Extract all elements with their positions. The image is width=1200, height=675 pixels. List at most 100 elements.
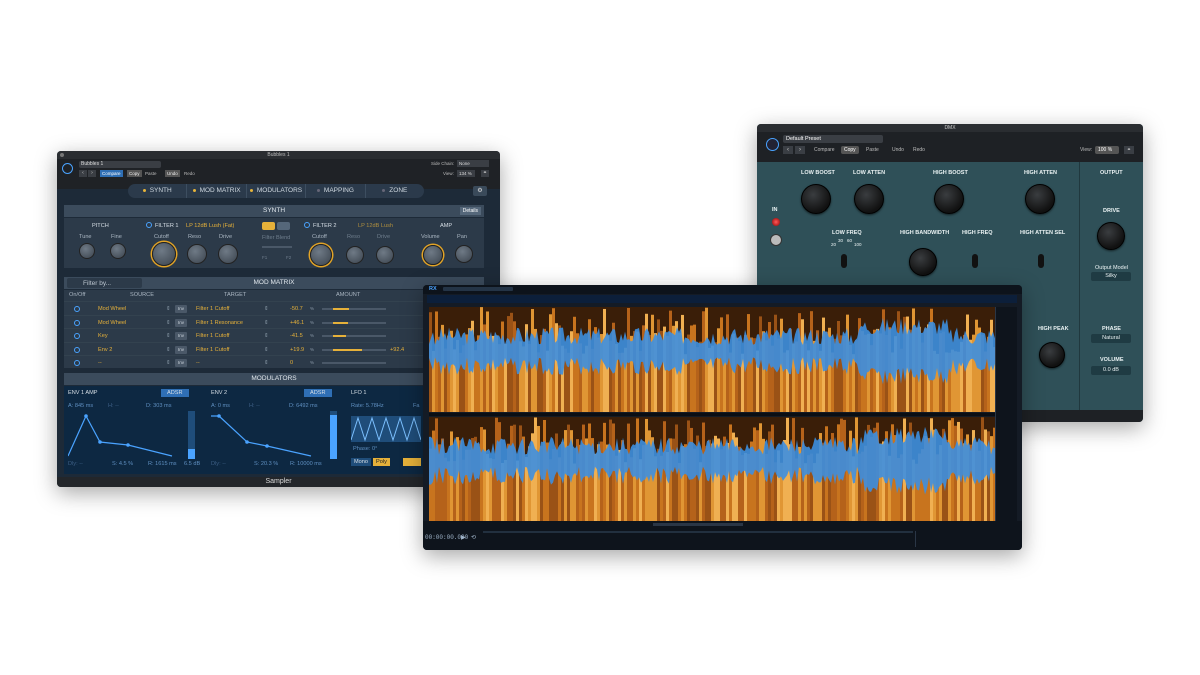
undo-button[interactable]: Undo — [889, 146, 907, 154]
row-power-icon[interactable] — [74, 319, 80, 326]
prev-arrow-icon[interactable]: ‹ — [79, 170, 87, 177]
view-zoom-select[interactable]: 134 % — [457, 170, 475, 177]
mod-matrix-row[interactable]: Mod Wheel ⇕ Inv Filter 1 Cutoff ⇕ -50.7% — [64, 301, 484, 315]
mod-matrix-row[interactable]: -- ⇕ Inv -- ⇕ 0% — [64, 355, 484, 369]
link-icon[interactable]: ⚭ — [481, 170, 489, 177]
invert-button[interactable]: Inv — [175, 359, 187, 367]
left-channel-spectrogram[interactable] — [429, 307, 995, 412]
copy-button[interactable]: Copy — [127, 170, 142, 177]
undo-button[interactable]: Undo — [165, 170, 180, 177]
paste-button[interactable]: Paste — [863, 146, 882, 154]
filter-serial-button[interactable] — [262, 222, 275, 230]
env1-level-meter[interactable] — [188, 411, 195, 459]
source-select[interactable]: Key — [98, 333, 108, 339]
filter-parallel-button[interactable] — [277, 222, 290, 230]
tab-mapping[interactable]: MAPPING — [306, 184, 366, 198]
env2-mode-select[interactable]: ADSR — [304, 389, 332, 397]
high-atten-knob[interactable] — [1025, 184, 1055, 214]
filter2-power-icon[interactable] — [304, 222, 310, 228]
row-power-icon[interactable] — [74, 333, 80, 339]
power-icon[interactable] — [766, 138, 779, 151]
lfo1-waveform[interactable] — [351, 416, 421, 442]
side-chain-select[interactable]: None — [457, 160, 489, 167]
zoom-slider[interactable] — [653, 523, 743, 526]
paste-button[interactable]: Paste — [145, 170, 157, 177]
preset-selector[interactable]: Default Preset — [783, 135, 883, 143]
amount-slider[interactable] — [322, 335, 386, 337]
source-select[interactable]: Env 2 — [98, 347, 112, 353]
redo-button[interactable]: Redo — [184, 170, 195, 177]
low-boost-knob[interactable] — [801, 184, 831, 214]
details-button[interactable]: Details — [459, 207, 481, 215]
target-select[interactable]: Filter 1 Cutoff — [196, 333, 229, 339]
loop-icon[interactable]: ⟲ — [471, 534, 476, 541]
row-power-icon[interactable] — [74, 306, 80, 312]
lfo1-rate[interactable]: Rate: 5.78Hz — [351, 403, 384, 409]
close-icon[interactable] — [60, 153, 64, 157]
play-icon[interactable]: ▶ — [461, 534, 466, 541]
amount-slider[interactable] — [322, 308, 386, 310]
tab-mod-matrix[interactable]: MOD MATRIX — [187, 184, 247, 198]
tab-synth[interactable]: SYNTH — [128, 184, 188, 198]
high-freq-selector[interactable] — [972, 254, 978, 268]
env2-decay[interactable]: D: 6492 ms — [289, 403, 318, 409]
file-tab[interactable] — [443, 287, 513, 291]
mod-matrix-row[interactable]: Mod Wheel ⇕ Inv Filter 1 Resonance ⇕ +46.1% — [64, 314, 484, 329]
next-arrow-icon[interactable]: › — [88, 170, 96, 177]
filter1-type-select[interactable]: LP 12dB Lush (Fat) — [186, 223, 234, 229]
in-toggle-switch[interactable] — [770, 234, 782, 246]
lfo1-poly-button[interactable]: Poly — [373, 458, 390, 466]
filter1-cutoff-knob[interactable] — [152, 242, 176, 266]
invert-button[interactable]: Inv — [175, 332, 187, 340]
lfo1-fade[interactable]: Fa — [413, 403, 420, 409]
view-zoom-select[interactable]: 100 % — [1095, 146, 1119, 154]
amount-value[interactable]: +19.9 — [290, 347, 304, 353]
volume-field[interactable]: 0.0 dB — [1091, 366, 1131, 375]
env2-hold[interactable]: H: -- — [249, 403, 260, 409]
high-peak-knob[interactable] — [1039, 342, 1065, 368]
amount-max-value[interactable]: +92.4 — [390, 347, 404, 353]
filter2-drive-knob[interactable] — [376, 246, 394, 264]
filter2-reso-knob[interactable] — [346, 246, 364, 264]
env2-delay[interactable]: Dly: -- — [211, 461, 226, 467]
redo-button[interactable]: Redo — [910, 146, 928, 154]
drive-knob[interactable] — [1097, 222, 1125, 250]
gear-icon[interactable]: ⚙ — [473, 186, 487, 196]
power-icon[interactable] — [62, 163, 73, 174]
compare-button[interactable]: Compare — [100, 170, 123, 177]
target-select[interactable]: Filter 1 Cutoff — [196, 347, 229, 353]
mod-matrix-row[interactable]: Env 2 ⇕ Inv Filter 1 Cutoff ⇕ +19.9% +92.4 — [64, 341, 484, 356]
amount-value[interactable]: +46.1 — [290, 320, 304, 326]
link-icon[interactable]: ⚭ — [1124, 146, 1134, 154]
low-freq-selector[interactable] — [841, 254, 847, 268]
env1-attack[interactable]: A: 845 ms — [68, 403, 93, 409]
amount-value[interactable]: -41.5 — [290, 333, 303, 339]
fine-knob[interactable] — [110, 243, 126, 259]
output-model-select[interactable]: Silky — [1091, 272, 1131, 281]
tab-zone[interactable]: ZONE — [366, 184, 424, 198]
amount-value[interactable]: -50.7 — [290, 306, 303, 312]
copy-button[interactable]: Copy — [841, 146, 859, 154]
tab-modulators[interactable]: MODULATORS — [247, 184, 307, 198]
env1-mode-select[interactable]: ADSR — [161, 389, 189, 397]
env2-level-meter[interactable] — [330, 411, 337, 459]
env2-release[interactable]: R: 10000 ms — [290, 461, 322, 467]
env2-sustain[interactable]: S: 20.3 % — [254, 461, 278, 467]
filter2-type-select[interactable]: LP 12dB Lush — [358, 223, 393, 229]
env1-delay[interactable]: Dly: -- — [68, 461, 83, 467]
lfo1-phase[interactable]: Phase: 0° — [353, 446, 377, 452]
row-power-icon[interactable] — [74, 360, 80, 366]
env1-release[interactable]: R: 1615 ms — [148, 461, 177, 467]
amount-slider[interactable] — [322, 321, 386, 324]
phase-select[interactable]: Natural — [1091, 334, 1131, 343]
amount-value[interactable]: 0 — [290, 360, 293, 366]
env2-graph[interactable] — [211, 412, 327, 458]
filter-by-input[interactable]: Filter by... — [67, 278, 142, 288]
prev-arrow-icon[interactable]: ‹ — [783, 146, 793, 154]
low-atten-knob[interactable] — [854, 184, 884, 214]
env1-decay[interactable]: D: 303 ms — [146, 403, 172, 409]
high-atten-sel-selector[interactable] — [1038, 254, 1044, 268]
right-channel-spectrogram[interactable] — [429, 417, 995, 521]
filter1-reso-knob[interactable] — [187, 244, 207, 264]
mod-matrix-row[interactable]: Key ⇕ Inv Filter 1 Cutoff ⇕ -41.5% — [64, 328, 484, 342]
